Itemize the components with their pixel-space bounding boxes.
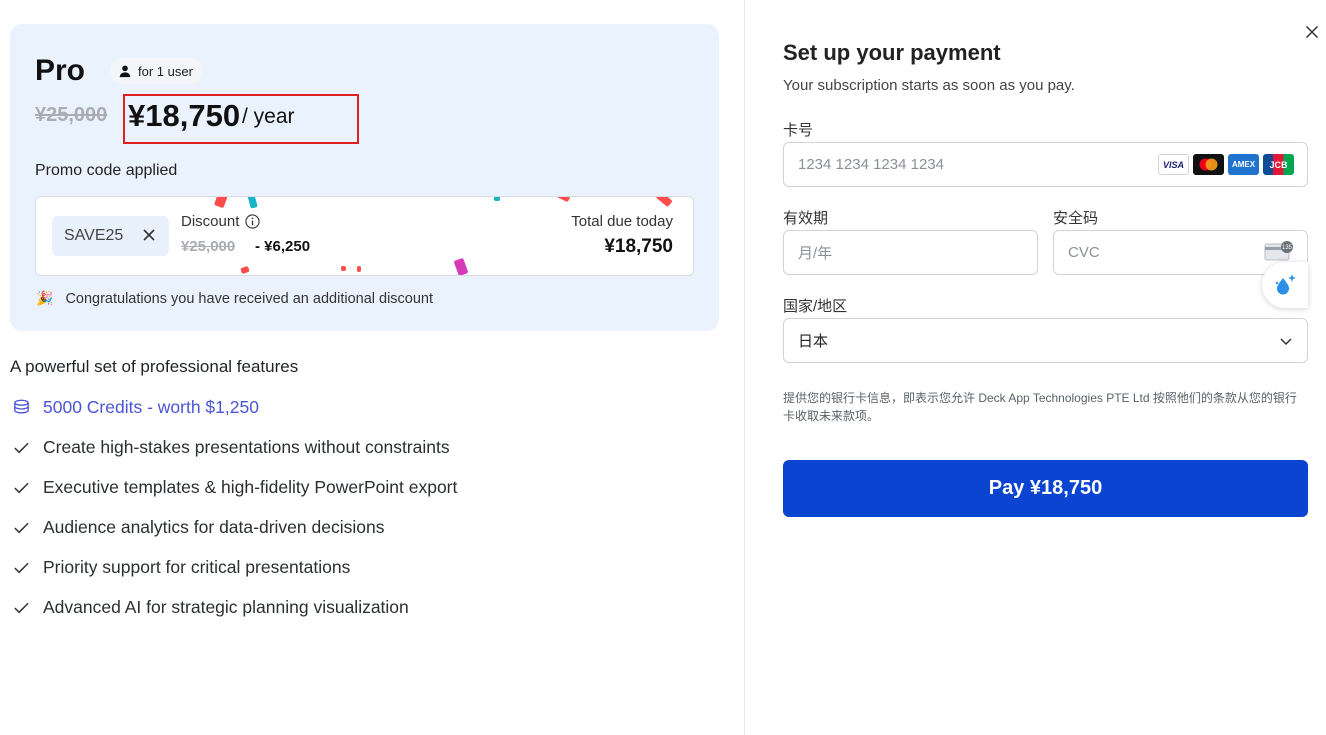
credits-feature: 5000 Credits - worth $1,250 bbox=[12, 397, 259, 418]
expiry-field[interactable]: 月/年 bbox=[783, 230, 1038, 275]
svg-text:135: 135 bbox=[1282, 245, 1293, 251]
cvc-label: 安全码 bbox=[1053, 210, 1099, 227]
card-number-placeholder: 1234 1234 1234 1234 bbox=[798, 156, 944, 173]
original-price: ¥25,000 bbox=[35, 104, 108, 126]
check-icon bbox=[14, 602, 29, 614]
confetti bbox=[556, 197, 572, 203]
info-icon[interactable] bbox=[245, 214, 260, 229]
feature-text: Audience analytics for data-driven decis… bbox=[43, 517, 385, 537]
feature-text: Priority support for critical presentati… bbox=[43, 557, 351, 577]
feature-item: Priority support for critical presentati… bbox=[12, 557, 350, 578]
confetti bbox=[240, 265, 250, 275]
plan-summary-card: Pro for 1 user ¥25,000 ¥18,750 / year Pr… bbox=[10, 24, 719, 331]
chevron-down-icon bbox=[1280, 337, 1292, 345]
credits-text: 5000 Credits - worth $1,250 bbox=[43, 397, 259, 417]
total-due-label: Total due today bbox=[571, 213, 673, 230]
expiry-placeholder: 月/年 bbox=[798, 245, 833, 262]
users-badge-label: for 1 user bbox=[138, 63, 193, 79]
payment-subtitle: Your subscription starts as soon as you … bbox=[783, 77, 1075, 94]
feature-item: Advanced AI for strategic planning visua… bbox=[12, 597, 409, 618]
check-icon bbox=[14, 522, 29, 534]
confetti bbox=[494, 197, 500, 201]
check-icon bbox=[14, 482, 29, 494]
confetti bbox=[247, 197, 258, 209]
assistant-bubble[interactable] bbox=[1262, 262, 1308, 308]
confetti bbox=[341, 266, 346, 271]
cvc-placeholder: CVC bbox=[1068, 244, 1100, 261]
user-icon bbox=[119, 65, 131, 78]
coins-icon bbox=[14, 399, 29, 414]
promo-code-chip: SAVE25 bbox=[52, 216, 169, 256]
check-icon bbox=[14, 562, 29, 574]
cvc-card-icon: 135 bbox=[1264, 241, 1293, 261]
promo-code: SAVE25 bbox=[64, 227, 124, 244]
amex-icon: AMEX bbox=[1228, 154, 1259, 175]
party-popper-icon: 🎉 bbox=[36, 290, 54, 306]
confetti bbox=[213, 197, 229, 209]
jcb-icon: JCB bbox=[1263, 154, 1294, 175]
legal-notice: 提供您的银行卡信息，即表示您允许 Deck App Technologies P… bbox=[783, 391, 1297, 423]
mastercard-icon bbox=[1193, 154, 1224, 175]
discount-label-row: Discount bbox=[181, 213, 260, 230]
promo-summary-box: SAVE25 Discount ¥25,000 - ¥6,250 Total d… bbox=[35, 196, 694, 276]
confetti bbox=[357, 266, 361, 272]
payment-title: Set up your payment bbox=[783, 40, 1001, 65]
promo-applied-label: Promo code applied bbox=[35, 162, 178, 179]
card-number-label: 卡号 bbox=[783, 122, 814, 139]
confetti bbox=[453, 257, 469, 275]
visa-icon: VISA bbox=[1158, 154, 1189, 175]
checkout-page: Pro for 1 user ¥25,000 ¥18,750 / year Pr… bbox=[0, 0, 1326, 735]
features-title: A powerful set of professional features bbox=[10, 357, 299, 376]
feature-item: Executive templates & high-fidelity Powe… bbox=[12, 477, 457, 498]
congrats-message: 🎉 Congratulations you have received an a… bbox=[36, 290, 433, 307]
current-price: ¥18,750 bbox=[128, 98, 241, 133]
check-icon bbox=[14, 442, 29, 454]
country-select[interactable]: 日本 bbox=[783, 318, 1308, 363]
country-value: 日本 bbox=[798, 333, 829, 350]
feature-text: Advanced AI for strategic planning visua… bbox=[43, 597, 409, 617]
congrats-text: Congratulations you have received an add… bbox=[65, 290, 434, 307]
feature-item: Create high-stakes presentations without… bbox=[12, 437, 450, 458]
close-icon[interactable] bbox=[1304, 24, 1320, 40]
confetti bbox=[655, 197, 673, 208]
expiry-label: 有效期 bbox=[783, 210, 829, 227]
feature-text: Executive templates & high-fidelity Powe… bbox=[43, 477, 458, 497]
discount-amount: - ¥6,250 bbox=[255, 238, 311, 255]
discount-label: Discount bbox=[181, 213, 240, 230]
users-badge: for 1 user bbox=[110, 58, 203, 84]
country-label: 国家/地区 bbox=[783, 298, 848, 315]
remove-promo-icon[interactable] bbox=[141, 227, 157, 243]
total-due-value: ¥18,750 bbox=[604, 236, 673, 257]
feature-text: Create high-stakes presentations without… bbox=[43, 437, 450, 457]
panel-divider bbox=[744, 0, 745, 735]
discount-original-price: ¥25,000 bbox=[181, 238, 236, 255]
plan-name: Pro bbox=[35, 54, 86, 87]
water-drop-sparkle-icon bbox=[1275, 274, 1296, 295]
price-period: / year bbox=[242, 105, 295, 128]
feature-item: Audience analytics for data-driven decis… bbox=[12, 517, 384, 538]
pay-button[interactable]: Pay ¥18,750 bbox=[783, 460, 1308, 517]
